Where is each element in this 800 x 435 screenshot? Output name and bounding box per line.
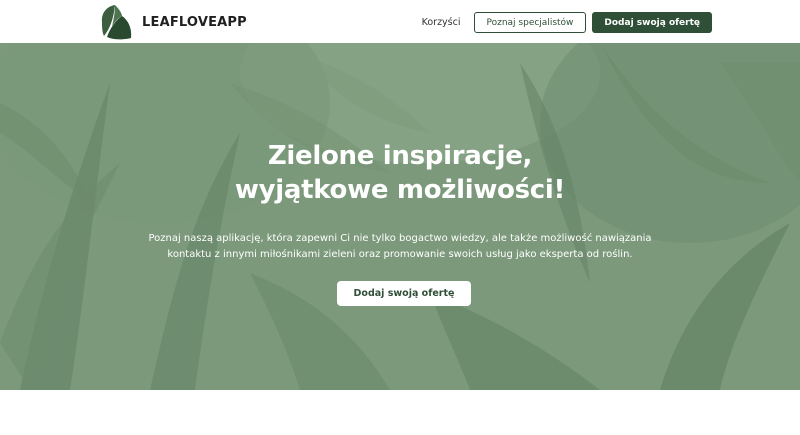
top-navigation-bar: LEAFLOVEAPP Korzyści Poznaj specjalistów… [0,0,800,43]
hero-tint-overlay [0,43,800,390]
hero-section: Zielone inspiracje, wyjątkowe możliwości… [0,43,800,390]
hero-description: Poznaj naszą aplikację, która zapewni Ci… [148,233,652,260]
brand-logo[interactable]: LEAFLOVEAPP [98,4,247,40]
hero-add-offer-button[interactable]: Dodaj swoją ofertę [337,281,471,306]
leaf-logo-icon [101,5,132,40]
nav-link-benefits[interactable]: Korzyści [422,17,461,28]
add-offer-button[interactable]: Dodaj swoją ofertę [592,12,712,33]
main-nav: Korzyści Poznaj specjalistów Dodaj swoją… [422,12,712,33]
hero-title: Zielone inspiracje, wyjątkowe możliwości… [0,139,800,207]
hero-title-line-2: wyjątkowe możliwości! [234,175,566,205]
hero-title-line-1: Zielone inspiracje, [267,141,533,171]
brand-name: LEAFLOVEAPP [142,14,247,30]
meet-specialists-button[interactable]: Poznaj specjalistów [473,12,587,33]
